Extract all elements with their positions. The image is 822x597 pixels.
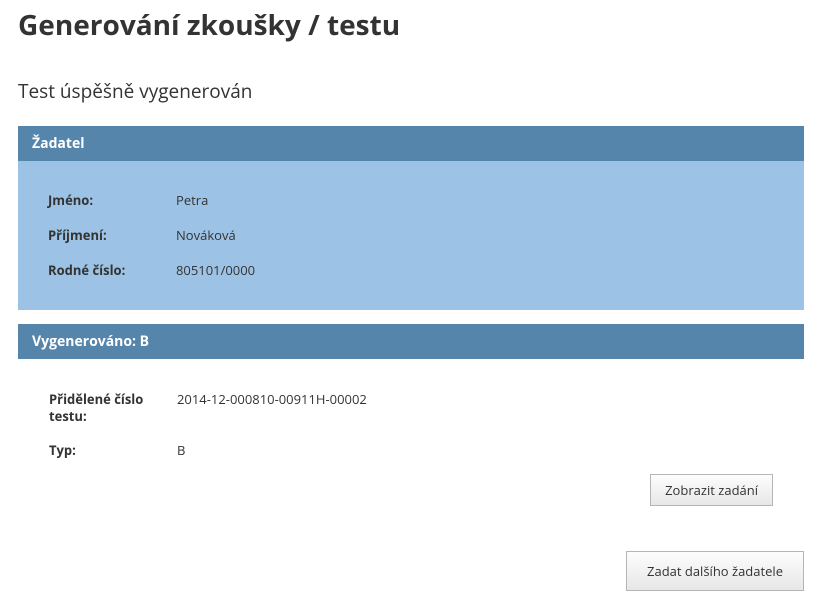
generated-card: Vygenerováno: B Přidělené číslo testu: 2…: [18, 324, 804, 518]
type-value: B: [177, 442, 185, 459]
footer-actions: Zadat dalšího žadatele: [0, 531, 822, 597]
status-heading: Test úspěšně vygenerován: [0, 44, 822, 118]
first-name-label: Jméno:: [48, 192, 176, 209]
applicant-card-body: Jméno: Petra Příjmení: Nováková Rodné čí…: [18, 161, 804, 310]
field-row-birth-no: Rodné číslo: 805101/0000: [48, 253, 774, 288]
test-no-value: 2014-12-000810-00911H-00002: [177, 391, 367, 408]
first-name-value: Petra: [176, 192, 208, 209]
birth-no-value: 805101/0000: [176, 262, 255, 279]
last-name-value: Nováková: [176, 227, 236, 244]
generated-card-header: Vygenerováno: B: [18, 324, 804, 359]
field-row-first-name: Jméno: Petra: [48, 183, 774, 218]
show-assignment-button[interactable]: Zobrazit zadání: [650, 474, 773, 506]
last-name-label: Příjmení:: [48, 227, 176, 244]
applicant-card-header: Žadatel: [18, 126, 804, 161]
test-no-label: Přidělené číslo testu:: [49, 391, 177, 425]
field-row-type: Typ: B: [49, 433, 773, 468]
next-applicant-button[interactable]: Zadat dalšího žadatele: [626, 551, 804, 591]
applicant-card: Žadatel Jméno: Petra Příjmení: Nováková …: [18, 126, 804, 310]
field-row-test-no: Přidělené číslo testu: 2014-12-000810-00…: [49, 382, 773, 434]
birth-no-label: Rodné číslo:: [48, 262, 176, 279]
page-title: Generování zkoušky / testu: [0, 0, 822, 44]
type-label: Typ:: [49, 442, 177, 459]
field-row-last-name: Příjmení: Nováková: [48, 218, 774, 253]
generated-card-body: Přidělené číslo testu: 2014-12-000810-00…: [18, 359, 804, 518]
